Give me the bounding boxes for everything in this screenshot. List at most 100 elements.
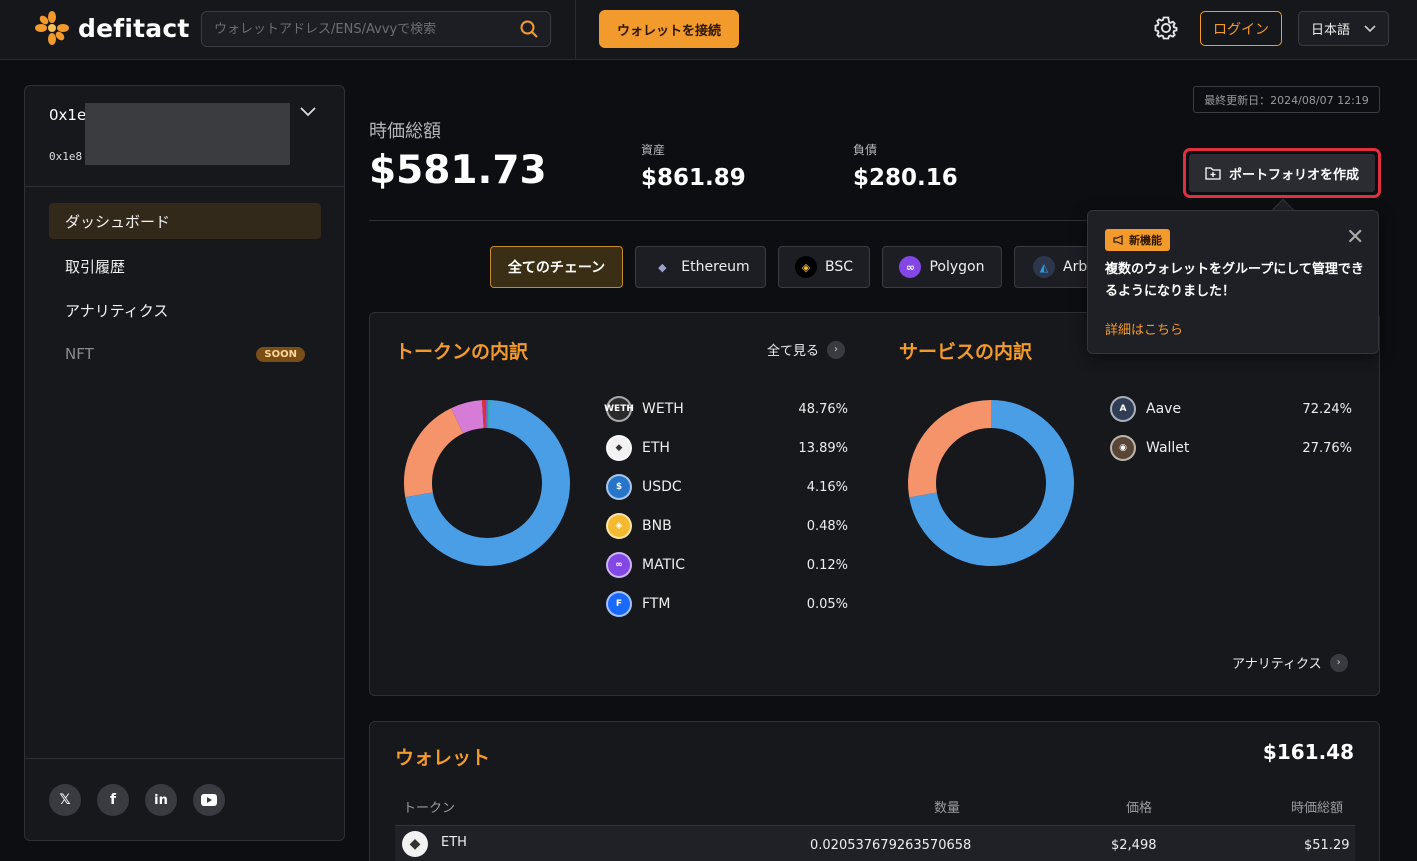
x-icon[interactable]: 𝕏 [49, 784, 81, 816]
legend-name: USDC [642, 479, 682, 495]
chain-tab-ethereum[interactable]: ◆ Ethereum [635, 246, 766, 288]
analytics-label: アナリティクス [1232, 657, 1322, 672]
liabilities-value: $280.16 [853, 165, 958, 191]
wallet-address[interactable]: 0x1e [49, 106, 86, 124]
wallet-total: $161.48 [1262, 740, 1354, 764]
folder-plus-icon [1205, 167, 1221, 180]
column-header[interactable]: 数量 [934, 797, 960, 816]
nav-nft[interactable]: NFT SOON [49, 336, 321, 372]
chain-label: Ethereum [681, 259, 750, 275]
sidebar: 0x1e 0x1e8 ダッシュボード 取引履歴 アナリティクス NFT SOON… [24, 85, 345, 841]
donut-slice-eth[interactable] [404, 408, 464, 498]
wallet-icon: ◉ [1110, 435, 1136, 461]
divider [369, 220, 1089, 221]
assets-label: 資産 [641, 143, 666, 157]
chevron-down-icon[interactable] [299, 106, 317, 118]
logo-icon [35, 11, 69, 45]
divider [25, 758, 344, 759]
legend-item[interactable]: ◆ ETH 13.89% [606, 435, 848, 461]
legend-item[interactable]: ◉ Wallet 27.76% [1110, 435, 1352, 461]
arbitrum-icon: ◭ [1033, 256, 1055, 278]
chain-label: Arb [1063, 259, 1088, 275]
youtube-icon[interactable] [193, 784, 225, 816]
last-updated: 最終更新日：2024/08/07 12:19 [1193, 86, 1380, 113]
details-link[interactable]: 詳細はこちら [1105, 319, 1183, 338]
legend-pct: 27.76% [1302, 440, 1352, 456]
chain-tab-polygon[interactable]: ∞ Polygon [882, 246, 1002, 288]
legend-item[interactable]: A Aave 72.24% [1110, 396, 1352, 422]
redacted-block [85, 103, 290, 165]
chevron-right-icon: › [1329, 653, 1348, 672]
assets-value: $861.89 [641, 165, 746, 191]
logo-text: defitact [78, 13, 190, 43]
create-portfolio-button[interactable]: ポートフォリオを作成 [1183, 148, 1381, 198]
nav-dashboard[interactable]: ダッシュボード [49, 203, 321, 239]
create-portfolio-label: ポートフォリオを作成 [1228, 167, 1359, 183]
analytics-link[interactable]: アナリティクス › [1232, 653, 1348, 672]
legend-pct: 72.24% [1302, 401, 1352, 417]
chain-label: Polygon [929, 259, 985, 275]
legend-name: ETH [642, 440, 670, 456]
donut-slice-usdc[interactable] [451, 400, 485, 434]
service-donut-chart [908, 400, 1074, 566]
liabilities-label: 負債 [853, 143, 878, 157]
linkedin-icon[interactable]: in [145, 784, 177, 816]
nav-analytics[interactable]: アナリティクス [49, 292, 321, 328]
new-feature-popup: 新機能 複数のウォレットをグループにして管理できるようになりました！ 詳細はこち… [1087, 210, 1379, 354]
wallet-address-full: 0x1e8 [49, 150, 83, 163]
legend-item[interactable]: WETH WETH 48.76% [604, 396, 848, 422]
see-all-link[interactable]: 全て見る › [767, 340, 846, 359]
legend-item[interactable]: ∞ MATIC 0.12% [606, 552, 848, 578]
total-label: 時価総額 [369, 121, 441, 142]
logo[interactable]: defitact [34, 10, 190, 46]
search-input[interactable] [214, 21, 520, 37]
close-icon[interactable]: ✕ [1346, 225, 1364, 250]
token-legend: WETH WETH 48.76% ◆ ETH 13.89% $ USDC 4.16% ◈ BNB 0.… [604, 396, 848, 631]
column-header[interactable]: 価格 [1126, 797, 1152, 816]
chevron-down-icon [1364, 24, 1376, 32]
megaphone-icon [1113, 235, 1123, 245]
token-name: ETH [441, 835, 467, 850]
eth-icon: ◆ [402, 831, 428, 857]
facebook-icon[interactable]: f [97, 784, 129, 816]
token-breakdown-title: トークンの内訳 [395, 341, 529, 363]
usdc-icon: $ [606, 474, 632, 500]
service-legend: A Aave 72.24% ◉ Wallet 27.76% [1110, 396, 1352, 475]
search-icon[interactable] [520, 20, 538, 38]
column-header[interactable]: 時価総額 [1291, 797, 1343, 816]
nav-transactions[interactable]: 取引履歴 [49, 248, 321, 284]
divider [575, 0, 576, 60]
bnb-icon: ◈ [606, 513, 632, 539]
service-breakdown-title: サービスの内訳 [899, 341, 1033, 363]
token-value: $51.29 [1304, 838, 1350, 853]
legend-name: MATIC [642, 557, 686, 573]
legend-pct: 0.48% [806, 518, 848, 534]
login-button[interactable]: ログイン [1200, 11, 1282, 46]
popup-text: 複数のウォレットをグループにして管理できるようになりました！ [1105, 262, 1364, 299]
legend-pct: 0.05% [806, 596, 848, 612]
legend-name: Wallet [1146, 440, 1190, 456]
legend-item[interactable]: F FTM 0.05% [606, 591, 848, 617]
legend-pct: 13.89% [798, 440, 848, 456]
chain-tab-bsc[interactable]: ◈ BSC [778, 246, 870, 288]
search-box[interactable] [201, 11, 551, 47]
donut-slice-wallet[interactable] [908, 400, 992, 498]
language-select[interactable]: 日本語 [1298, 11, 1389, 46]
nav-label: 取引履歴 [65, 257, 126, 276]
chain-tab-all[interactable]: 全てのチェーン [490, 246, 623, 288]
token-price: $2,498 [1111, 838, 1157, 853]
legend-pct: 0.12% [806, 557, 848, 573]
new-feature-badge: 新機能 [1105, 229, 1170, 251]
chain-label: BSC [824, 259, 854, 275]
connect-wallet-button[interactable]: ウォレットを接続 [599, 10, 739, 48]
column-header[interactable]: トークン [403, 797, 455, 816]
soon-badge: SOON [256, 346, 305, 362]
nav-label: NFT [65, 345, 94, 363]
token-amount: 0.020537679263570658 [810, 838, 972, 853]
gear-icon[interactable] [1152, 14, 1180, 42]
see-all-label: 全て見る [767, 344, 820, 359]
matic-icon: ∞ [606, 552, 632, 578]
legend-item[interactable]: ◈ BNB 0.48% [606, 513, 848, 539]
bnb-icon: ◈ [794, 256, 817, 278]
legend-item[interactable]: $ USDC 4.16% [606, 474, 848, 500]
